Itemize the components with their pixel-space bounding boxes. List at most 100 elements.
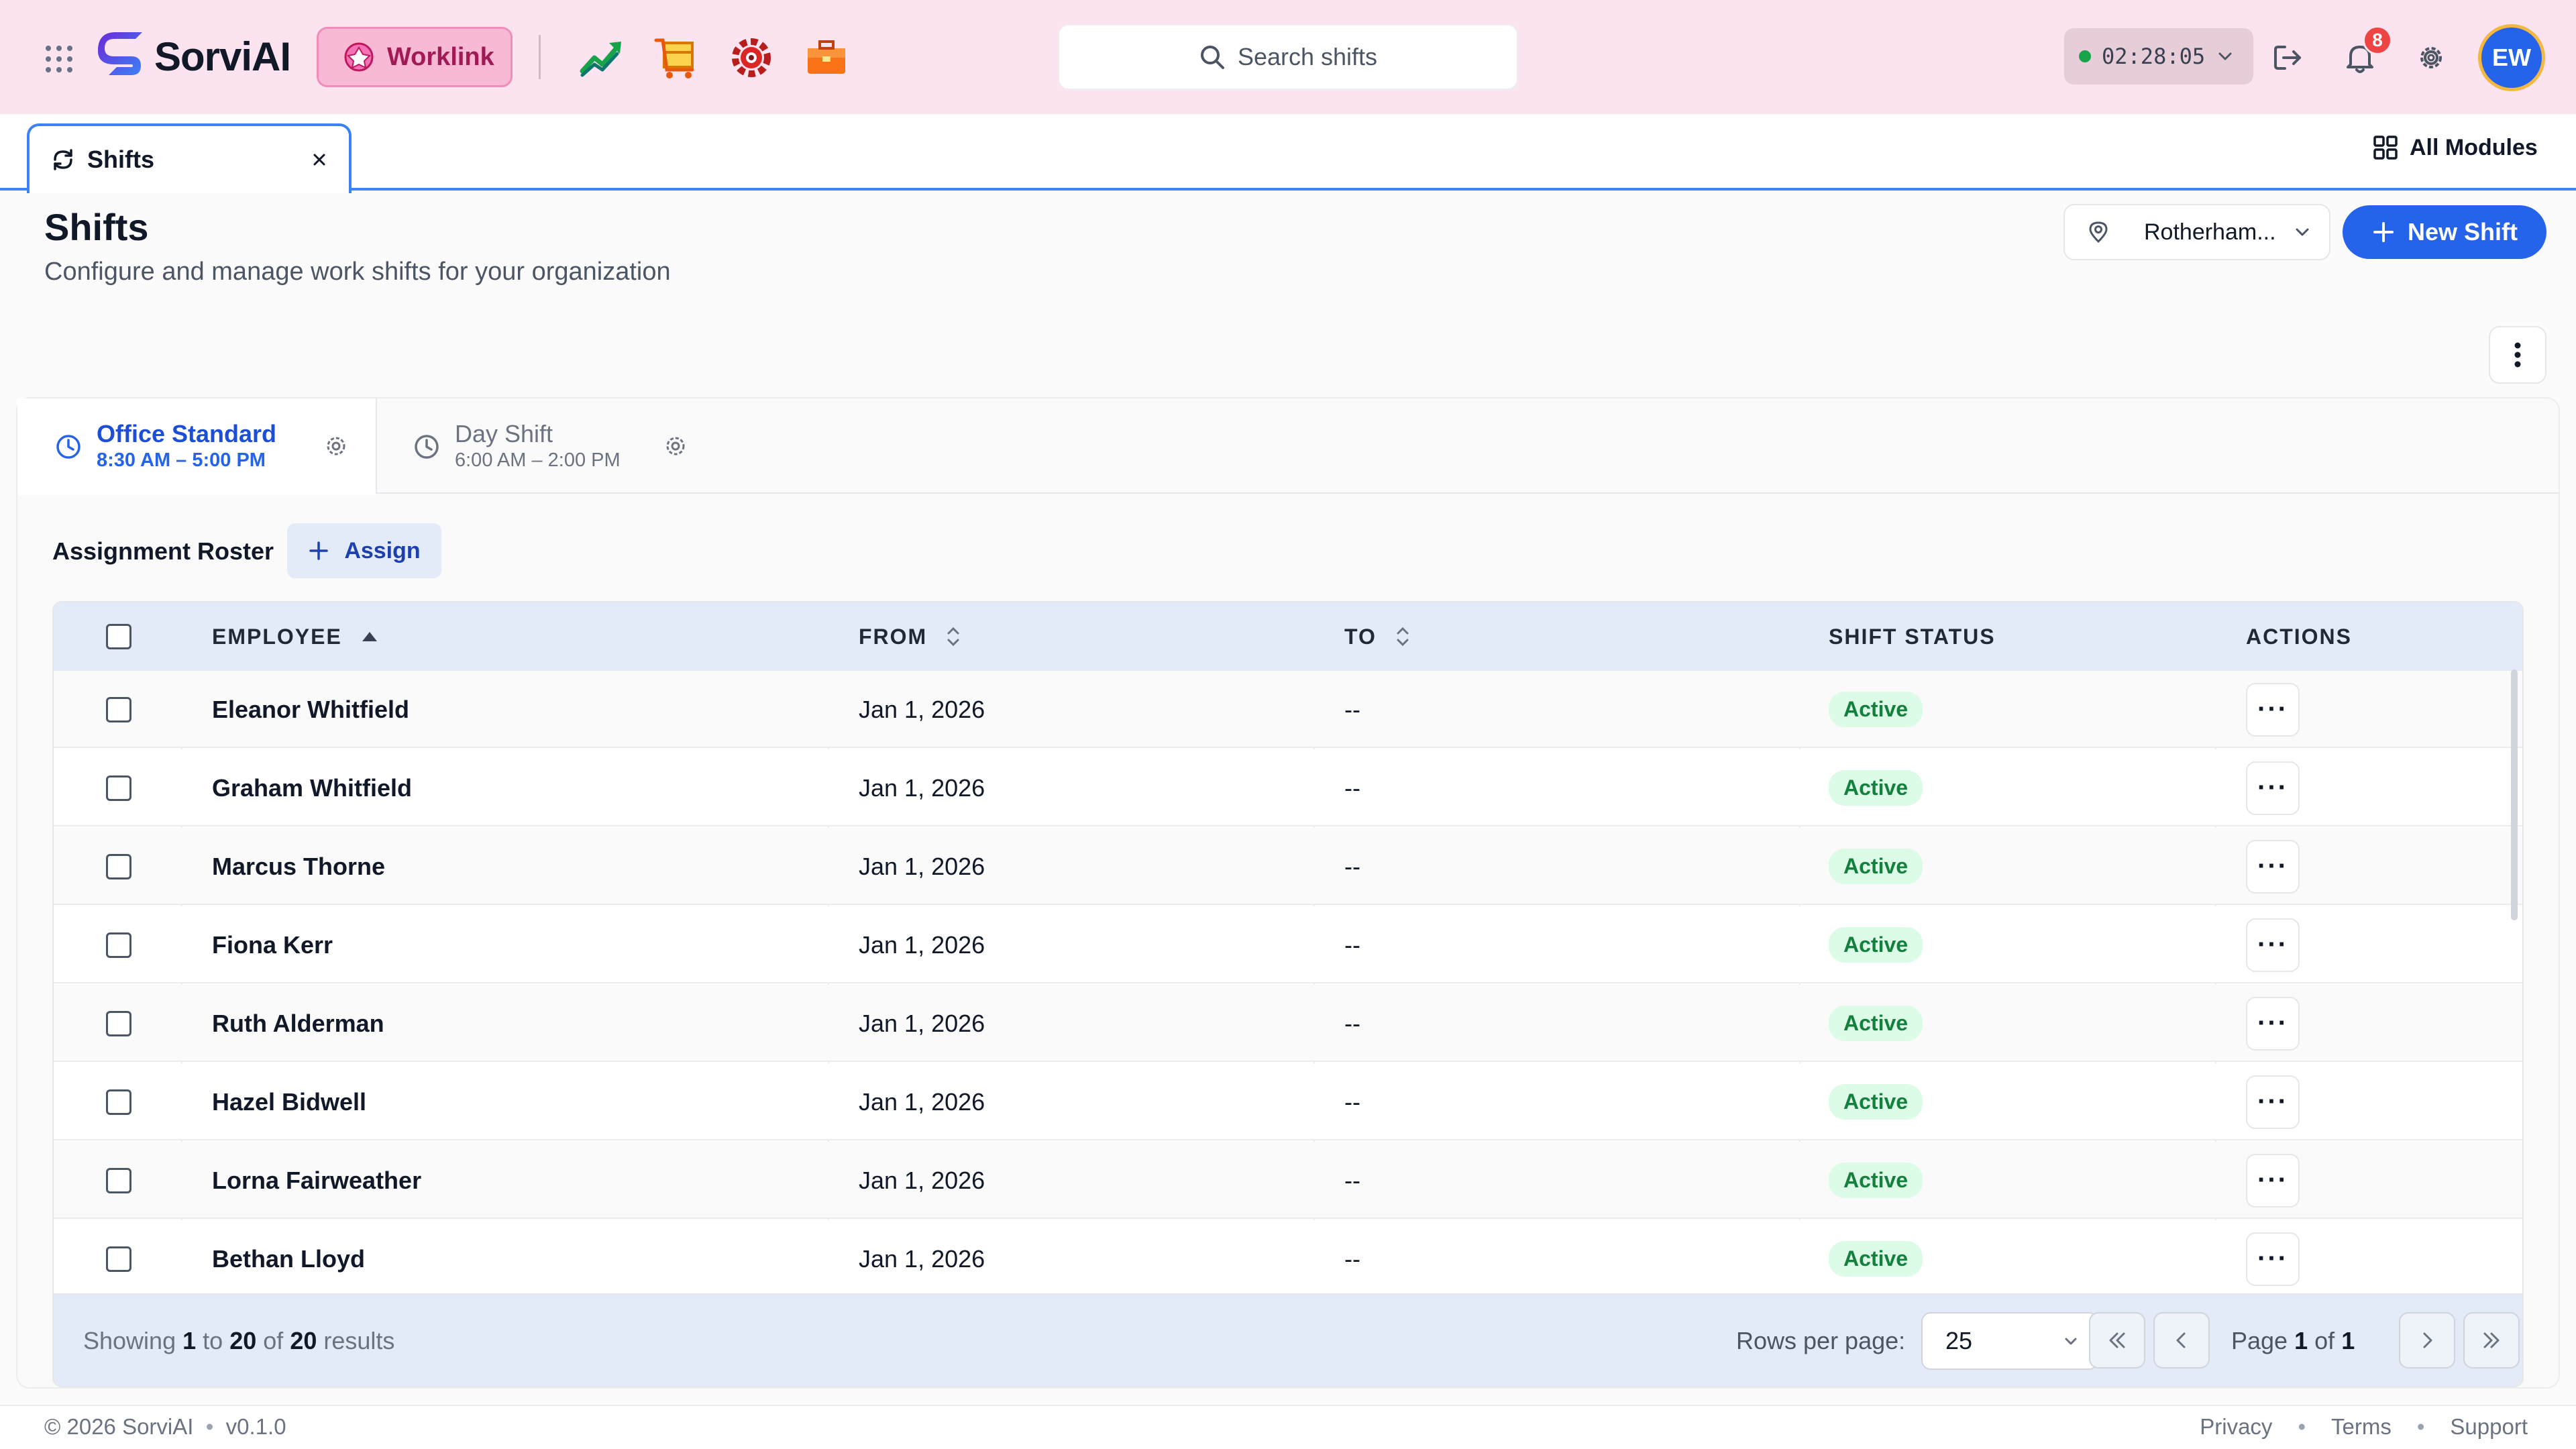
column-to[interactable]: TO [1344, 602, 1410, 671]
more-options-button[interactable] [2489, 326, 2546, 384]
sort-ascending-icon [362, 632, 377, 641]
assign-button[interactable]: Assign [287, 523, 441, 578]
sort-icon [1397, 627, 1409, 647]
table-row[interactable]: Fiona Kerr Jan 1, 2026 -- Active ··· [54, 906, 2522, 983]
gear-target-icon[interactable] [727, 34, 775, 82]
worklink-label: Worklink [387, 42, 494, 71]
brand-logo-icon[interactable] [97, 32, 148, 82]
status-badge: Active [1829, 927, 1923, 963]
status-badge: Active [1829, 1241, 1923, 1277]
support-link[interactable]: Support [2450, 1414, 2528, 1440]
status-badge: Active [1829, 692, 1923, 727]
worklink-module-button[interactable]: Worklink [317, 27, 513, 87]
chevron-right-icon [2423, 1332, 2432, 1348]
new-shift-label: New Shift [2407, 218, 2518, 246]
chevrons-left-icon [2109, 1332, 2125, 1348]
row-checkbox[interactable] [106, 932, 131, 958]
location-select[interactable]: Rotherham... [2063, 204, 2330, 260]
previous-page-button[interactable] [2153, 1312, 2210, 1368]
box-icon[interactable] [652, 34, 700, 82]
row-actions-button[interactable]: ··· [2246, 839, 2300, 894]
rows-per-page-select[interactable]: 25 [1921, 1312, 2098, 1370]
employee-name: Eleanor Whitfield [212, 695, 410, 723]
tab-shifts[interactable]: Shifts [27, 123, 352, 193]
status-badge: Active [1829, 1163, 1923, 1198]
select-all-checkbox[interactable] [106, 624, 131, 649]
status-badge: Active [1829, 770, 1923, 806]
employee-name: Hazel Bidwell [212, 1087, 367, 1116]
user-avatar[interactable]: EW [2478, 24, 2545, 91]
row-actions-button[interactable]: ··· [2246, 1232, 2300, 1286]
row-actions-button[interactable]: ··· [2246, 1153, 2300, 1208]
app-grid-icon[interactable] [44, 44, 74, 74]
shift-tab-office-standard[interactable]: Office Standard 8:30 AM – 5:00 PM [17, 398, 377, 495]
table-row[interactable]: Ruth Alderman Jan 1, 2026 -- Active ··· [54, 985, 2522, 1062]
table-row[interactable]: Lorna Fairweather Jan 1, 2026 -- Active … [54, 1142, 2522, 1219]
status-badge: Active [1829, 1084, 1923, 1120]
column-actions-label: ACTIONS [2246, 624, 2352, 649]
first-page-button[interactable] [2089, 1312, 2145, 1368]
row-checkbox[interactable] [106, 1010, 131, 1036]
terms-link[interactable]: Terms [2331, 1414, 2392, 1440]
table-row[interactable]: Graham Whitfield Jan 1, 2026 -- Active ·… [54, 749, 2522, 826]
table-header: EMPLOYEE FROM TO SHIFT STATUS ACTIONS [54, 602, 2522, 671]
row-actions-button[interactable]: ··· [2246, 761, 2300, 815]
column-from[interactable]: FROM [859, 602, 961, 671]
row-actions-button[interactable]: ··· [2246, 996, 2300, 1051]
row-actions-button[interactable]: ··· [2246, 1075, 2300, 1129]
next-page-button[interactable] [2399, 1312, 2455, 1368]
row-checkbox[interactable] [106, 696, 131, 722]
copyright-text: © 2026 SorviAI • v0.1.0 [44, 1414, 286, 1439]
search-input[interactable]: Search shifts [1058, 24, 1518, 90]
plus-icon [309, 541, 329, 560]
column-status-label: SHIFT STATUS [1829, 624, 1996, 649]
table-row[interactable]: Bethan Lloyd Jan 1, 2026 -- Active ··· [54, 1220, 2522, 1293]
roster-table: EMPLOYEE FROM TO SHIFT STATUS ACTIONS El… [52, 601, 2524, 1295]
column-actions: ACTIONS [2246, 602, 2352, 671]
plus-icon [2373, 222, 2394, 242]
search-placeholder: Search shifts [1237, 43, 1378, 70]
table-row[interactable]: Marcus Thorne Jan 1, 2026 -- Active ··· [54, 828, 2522, 905]
page-subtitle: Configure and manage work shifts for you… [44, 258, 671, 286]
shift-settings-gear-icon[interactable] [663, 433, 688, 459]
column-to-label: TO [1344, 624, 1377, 649]
last-page-button[interactable] [2463, 1312, 2520, 1368]
table-scrollbar[interactable] [2511, 669, 2518, 920]
shift-name: Day Shift [455, 420, 553, 447]
assign-label: Assign [344, 537, 421, 564]
table-row[interactable]: Hazel Bidwell Jan 1, 2026 -- Active ··· [54, 1063, 2522, 1140]
open-tabs-bar [0, 114, 2576, 191]
new-shift-button[interactable]: New Shift [2343, 205, 2546, 259]
all-modules-button[interactable]: All Modules [2372, 134, 2538, 161]
employee-name: Ruth Alderman [212, 1009, 384, 1037]
table-row[interactable]: Eleanor Whitfield Jan 1, 2026 -- Active … [54, 671, 2522, 748]
pagination-bar: Showing 1 to 20 of 20 results Rows per p… [52, 1295, 2524, 1387]
rows-per-page-label: Rows per page: [1736, 1327, 1906, 1354]
from-date: Jan 1, 2026 [859, 1244, 985, 1273]
search-icon [1200, 46, 1224, 69]
to-date: -- [1344, 1166, 1360, 1194]
row-checkbox[interactable] [106, 775, 131, 801]
employee-name: Fiona Kerr [212, 930, 333, 959]
row-checkbox[interactable] [106, 853, 131, 879]
footer-links: Privacy • Terms • Support [2200, 1414, 2528, 1440]
employee-name: Graham Whitfield [212, 773, 413, 802]
row-checkbox[interactable] [106, 1089, 131, 1115]
row-checkbox[interactable] [106, 1246, 131, 1272]
row-checkbox[interactable] [106, 1167, 131, 1193]
close-tab-icon[interactable] [310, 150, 329, 169]
chart-up-icon[interactable] [577, 34, 625, 82]
privacy-link[interactable]: Privacy [2200, 1414, 2272, 1440]
logout-icon[interactable] [2271, 42, 2304, 74]
time-tracker-dropdown[interactable]: 02:28:05 [2064, 28, 2253, 85]
shift-settings-gear-icon[interactable] [323, 433, 349, 459]
row-actions-button[interactable]: ··· [2246, 918, 2300, 972]
shift-time: 6:00 AM – 2:00 PM [455, 449, 621, 471]
settings-gear-icon[interactable] [2415, 42, 2447, 74]
shift-tab-day-shift[interactable]: Day Shift 6:00 AM – 2:00 PM [378, 398, 714, 494]
to-date: -- [1344, 773, 1360, 802]
chevron-left-icon [2176, 1332, 2186, 1348]
briefcase-icon[interactable] [802, 34, 851, 82]
row-actions-button[interactable]: ··· [2246, 682, 2300, 737]
column-employee[interactable]: EMPLOYEE [212, 602, 378, 671]
